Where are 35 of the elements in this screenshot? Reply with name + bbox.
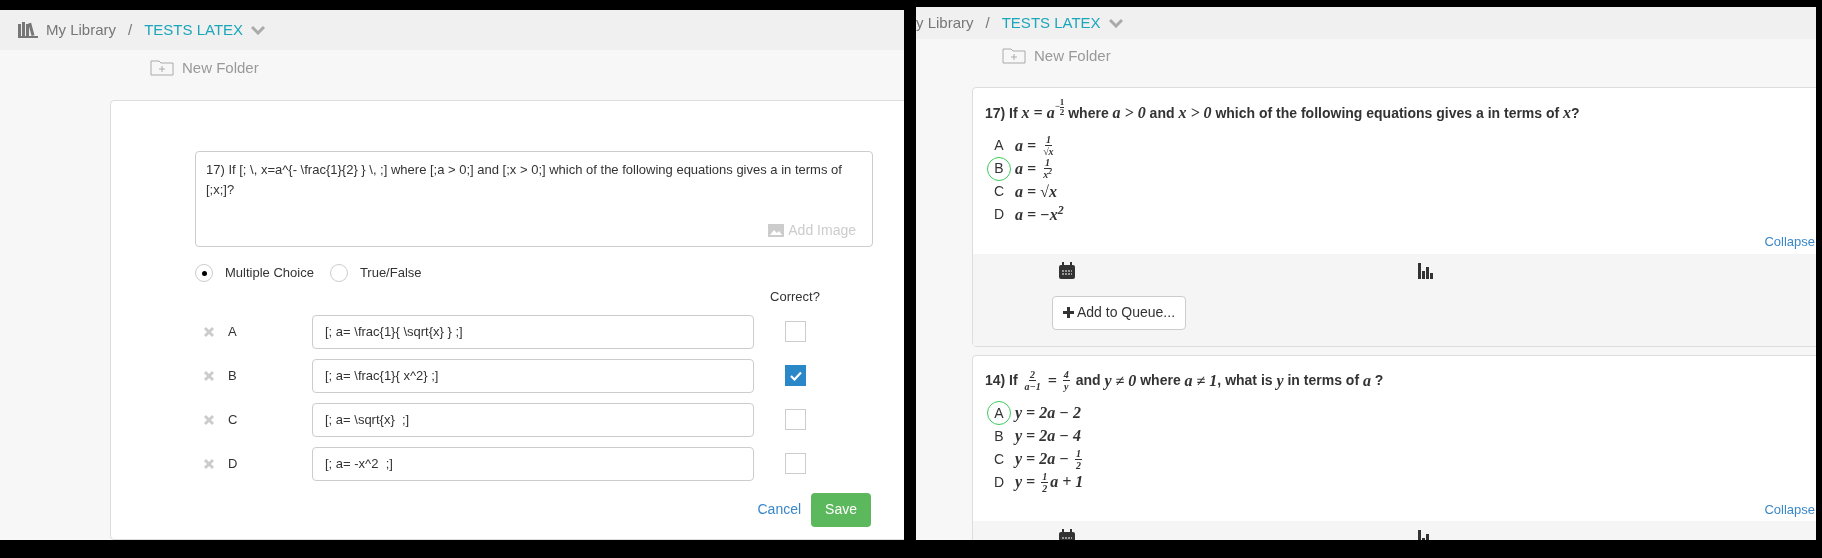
answer-field[interactable]: [; a= \frac{1}{ \sqrt{x} } ;] bbox=[312, 314, 754, 349]
breadcrumb-separator: / bbox=[985, 12, 990, 33]
answer-formula: y = 2a − 2 bbox=[1015, 403, 1081, 424]
option-letter: D bbox=[992, 472, 1006, 492]
answer-field[interactable]: [; a= \frac{1}{ x^2} ;] bbox=[312, 358, 754, 393]
option-letter: D bbox=[992, 205, 1006, 224]
option-letter: D bbox=[228, 454, 239, 473]
save-button[interactable]: Save bbox=[811, 492, 871, 527]
library-link[interactable]: My Library bbox=[46, 18, 116, 42]
answer-field[interactable]: [; a= \sqrt{x} ;] bbox=[312, 402, 754, 437]
correct-header: Correct? bbox=[769, 288, 821, 306]
collapse-link[interactable]: Collapse bbox=[1764, 499, 1815, 519]
option-letter: C bbox=[992, 182, 1006, 201]
option-letter: B bbox=[228, 366, 238, 385]
question-type-label: Multiple Choice bbox=[225, 264, 314, 283]
question-type-label: True/False bbox=[359, 264, 422, 283]
breadcrumb-separator: / bbox=[128, 19, 133, 40]
option-letter: A bbox=[993, 136, 1005, 155]
answer-field[interactable]: [; a= -x^2 ;] bbox=[312, 446, 754, 481]
option-letter: C bbox=[992, 449, 1006, 469]
question-source-text: 17) If [; \, x=a^{- \frac{1}{2} } \, ;] where [;a > 0;] and [;x > 0;] which of the following equations gives a in terms of [;x;]? bbox=[206, 162, 842, 197]
option-letter: B bbox=[993, 426, 1005, 446]
answer-formula: y = 2a − 4 bbox=[1015, 426, 1081, 447]
new-folder-button[interactable]: New Folder bbox=[182, 56, 259, 80]
answer-formula: a = √x bbox=[1015, 181, 1057, 202]
library-link[interactable]: y Library bbox=[916, 11, 974, 35]
folder-link[interactable]: TESTS LATEX bbox=[1001, 11, 1101, 35]
cancel-link[interactable]: Cancel bbox=[757, 499, 802, 520]
option-letter: C bbox=[228, 410, 239, 429]
add-to-queue-button[interactable]: Add to Queue... bbox=[1052, 295, 1186, 330]
collapse-link[interactable]: Collapse bbox=[1764, 232, 1815, 252]
option-letter: A bbox=[228, 322, 238, 341]
answer-formula: a = −x$^{2}$ bbox=[1015, 202, 1064, 225]
folder-link[interactable]: TESTS LATEX bbox=[144, 18, 244, 42]
new-folder-button[interactable]: New Folder bbox=[1034, 44, 1111, 68]
